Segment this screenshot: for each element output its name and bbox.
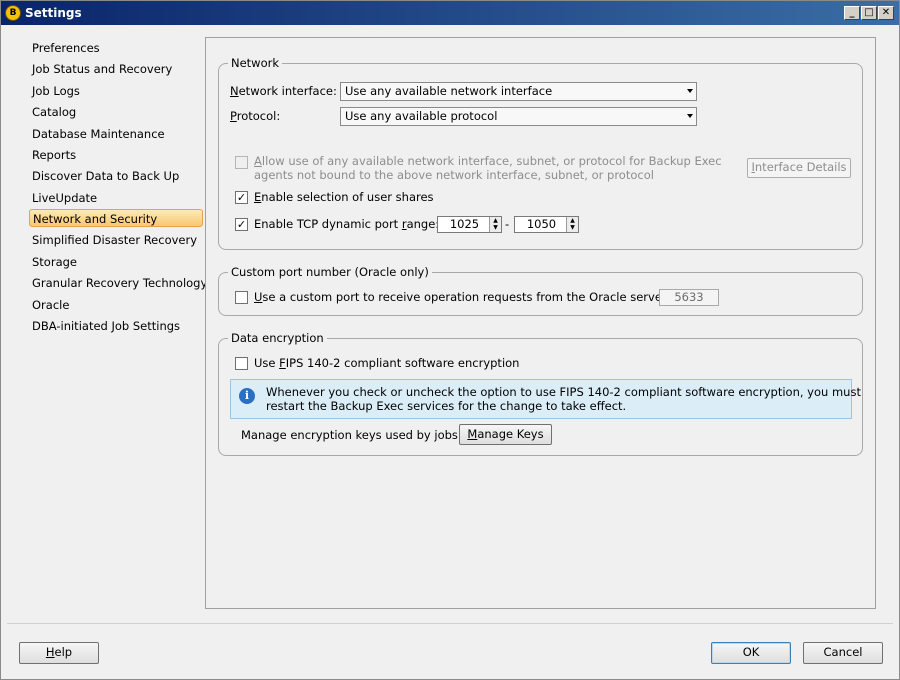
settings-content-panel: Network Network interface: Use any avail… bbox=[205, 37, 876, 609]
sidebar-item-label: Granular Recovery Technology bbox=[32, 276, 208, 290]
network-interface-label: Network interface: bbox=[230, 84, 337, 98]
maximize-icon[interactable]: □ bbox=[861, 6, 877, 20]
sidebar-item-storage[interactable]: Storage bbox=[29, 253, 80, 271]
network-interface-dropdown[interactable]: Use any available network interface bbox=[340, 82, 697, 101]
sidebar-item-label: Simplified Disaster Recovery bbox=[32, 233, 198, 247]
sidebar-item-reports[interactable]: Reports bbox=[29, 146, 79, 164]
tcp-port-range-checkbox[interactable]: ✓ bbox=[235, 218, 248, 231]
sidebar-item-simplified-disaster-recovery[interactable]: Simplified Disaster Recovery bbox=[29, 231, 200, 249]
data-encryption-group: Data encryption Use FIPS 140-2 compliant… bbox=[218, 331, 863, 456]
fips-info-text-line2: restart the Backup Exec services for the… bbox=[266, 399, 627, 413]
sidebar-item-label: Reports bbox=[32, 148, 77, 162]
data-encryption-group-title: Data encryption bbox=[228, 331, 327, 345]
fips-encryption-checkbox[interactable] bbox=[235, 357, 248, 370]
protocol-dropdown[interactable]: Use any available protocol bbox=[340, 107, 697, 126]
sidebar-item-label: Preferences bbox=[32, 41, 100, 55]
port-range-to-value: 1050 bbox=[526, 217, 557, 231]
sidebar-item-job-logs[interactable]: Job Logs bbox=[29, 82, 83, 100]
sidebar-item-job-status-and-recovery[interactable]: Job Status and Recovery bbox=[29, 60, 175, 78]
port-range-separator: - bbox=[505, 217, 510, 231]
allow-any-interface-label-line1: Allow use of any available network inter… bbox=[254, 154, 722, 168]
port-range-to-spinner[interactable]: 1050 ▲ ▼ bbox=[514, 216, 579, 233]
manage-keys-label: Manage encryption keys used by jobs: bbox=[241, 428, 462, 442]
sidebar-item-database-maintenance[interactable]: Database Maintenance bbox=[29, 125, 168, 143]
enable-user-shares-checkbox[interactable]: ✓ bbox=[235, 191, 248, 204]
oracle-port-field[interactable]: 5633 bbox=[659, 289, 719, 306]
sidebar-item-label: Catalog bbox=[32, 105, 77, 119]
oracle-port-group-title: Custom port number (Oracle only) bbox=[228, 265, 432, 279]
enable-user-shares-label: Enable selection of user shares bbox=[254, 190, 434, 204]
sidebar-item-label: LiveUpdate bbox=[32, 191, 98, 205]
interface-details-button[interactable]: Interface Details bbox=[747, 158, 851, 178]
help-button[interactable]: Help bbox=[19, 642, 99, 664]
fips-info-text-line1: Whenever you check or uncheck the option… bbox=[266, 385, 861, 399]
close-icon[interactable]: ✕ bbox=[878, 6, 894, 20]
title-bar[interactable]: B Settings _ □ ✕ bbox=[1, 1, 899, 25]
port-range-from-spinner[interactable]: 1025 ▲ ▼ bbox=[437, 216, 502, 233]
sidebar-item-liveupdate[interactable]: LiveUpdate bbox=[29, 189, 100, 207]
allow-any-interface-label-line2: agents not bound to the above network in… bbox=[254, 168, 654, 182]
chevron-down-icon bbox=[687, 114, 693, 118]
custom-oracle-port-label: Use a custom port to receive operation r… bbox=[254, 290, 671, 304]
window-title: Settings bbox=[25, 6, 82, 20]
spinner-arrows-icon[interactable]: ▲ ▼ bbox=[566, 217, 578, 232]
sidebar-item-dba-initiated-job-settings[interactable]: DBA-initiated Job Settings bbox=[29, 317, 183, 335]
sidebar-item-label: Discover Data to Back Up bbox=[32, 169, 180, 183]
sidebar-item-label: Job Status and Recovery bbox=[32, 62, 173, 76]
protocol-value: Use any available protocol bbox=[345, 109, 498, 123]
sidebar-item-oracle[interactable]: Oracle bbox=[29, 296, 72, 314]
sidebar-item-label: DBA-initiated Job Settings bbox=[32, 319, 181, 333]
sidebar-item-network-and-security[interactable]: Network and Security bbox=[29, 209, 203, 227]
fips-info-banner: i Whenever you check or uncheck the opti… bbox=[230, 379, 861, 419]
network-interface-value: Use any available network interface bbox=[345, 84, 553, 98]
sidebar-item-catalog[interactable]: Catalog bbox=[29, 103, 79, 121]
spinner-arrows-icon[interactable]: ▲ ▼ bbox=[489, 217, 501, 232]
sidebar-item-label: Oracle bbox=[32, 298, 70, 312]
backup-exec-app-icon: B bbox=[5, 5, 21, 21]
sidebar-item-label: Storage bbox=[32, 255, 77, 269]
protocol-label: Protocol: bbox=[230, 109, 281, 123]
custom-oracle-port-checkbox[interactable] bbox=[235, 291, 248, 304]
sidebar-item-preferences[interactable]: Preferences bbox=[29, 39, 103, 57]
footer-separator bbox=[7, 623, 893, 624]
oracle-port-group: Custom port number (Oracle only) Use a c… bbox=[218, 265, 863, 316]
minimize-icon[interactable]: _ bbox=[844, 6, 860, 20]
port-range-from-value: 1025 bbox=[449, 217, 480, 231]
sidebar-item-discover-data[interactable]: Discover Data to Back Up bbox=[29, 167, 182, 185]
sidebar-item-granular-recovery-technology[interactable]: Granular Recovery Technology bbox=[29, 274, 210, 292]
tcp-port-range-label: Enable TCP dynamic port range: bbox=[254, 217, 440, 231]
ok-button[interactable]: OK bbox=[711, 642, 791, 664]
manage-keys-button[interactable]: Manage Keys bbox=[459, 424, 552, 445]
cancel-button[interactable]: Cancel bbox=[803, 642, 883, 664]
network-group: Network Network interface: Use any avail… bbox=[218, 56, 863, 250]
sidebar-item-label: Database Maintenance bbox=[32, 127, 165, 141]
sidebar-item-label: Job Logs bbox=[32, 84, 80, 98]
info-icon: i bbox=[239, 388, 255, 404]
chevron-down-icon bbox=[687, 89, 693, 93]
sidebar-item-label: Network and Security bbox=[33, 212, 158, 226]
network-group-title: Network bbox=[228, 56, 283, 70]
allow-any-interface-checkbox[interactable] bbox=[235, 156, 248, 169]
fips-encryption-label: Use FIPS 140-2 compliant software encryp… bbox=[254, 356, 520, 370]
settings-window: B Settings _ □ ✕ Preferences Job Status … bbox=[0, 0, 900, 680]
